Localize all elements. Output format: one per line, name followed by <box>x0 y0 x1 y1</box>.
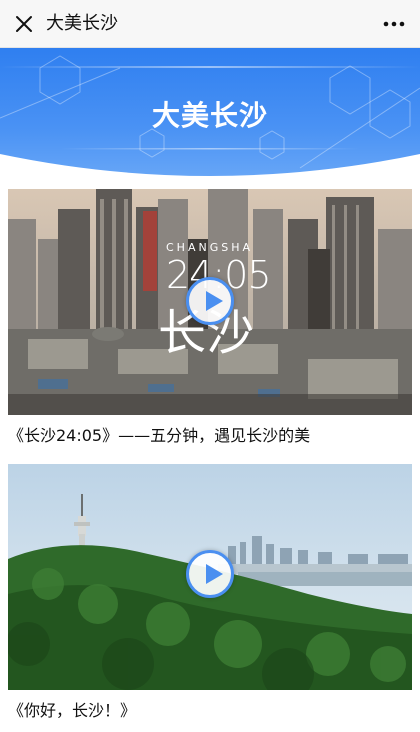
play-icon[interactable] <box>186 550 234 598</box>
video-thumbnail[interactable] <box>8 464 412 690</box>
video-caption[interactable]: 《长沙24:05》——五分钟，遇见长沙的美 <box>8 423 412 449</box>
video-card-hello-changsha[interactable]: 《你好，长沙！》 <box>8 464 412 724</box>
video-card-changsha-2405[interactable]: CHANGSHA 24:05 长沙 《长沙24:05》——五分钟，遇见长沙的美 <box>8 189 412 449</box>
close-icon[interactable] <box>12 12 36 36</box>
header-banner: 大美长沙 <box>0 48 420 182</box>
video-thumbnail[interactable]: CHANGSHA 24:05 长沙 <box>8 189 412 415</box>
page-title: 大美长沙 <box>46 13 118 34</box>
play-icon[interactable] <box>186 277 234 325</box>
more-dots-icon[interactable] <box>380 12 408 36</box>
top-bar: 大美长沙 <box>0 0 420 48</box>
banner-title: 大美长沙 <box>151 99 268 132</box>
video-caption[interactable]: 《你好，长沙！》 <box>8 698 412 724</box>
